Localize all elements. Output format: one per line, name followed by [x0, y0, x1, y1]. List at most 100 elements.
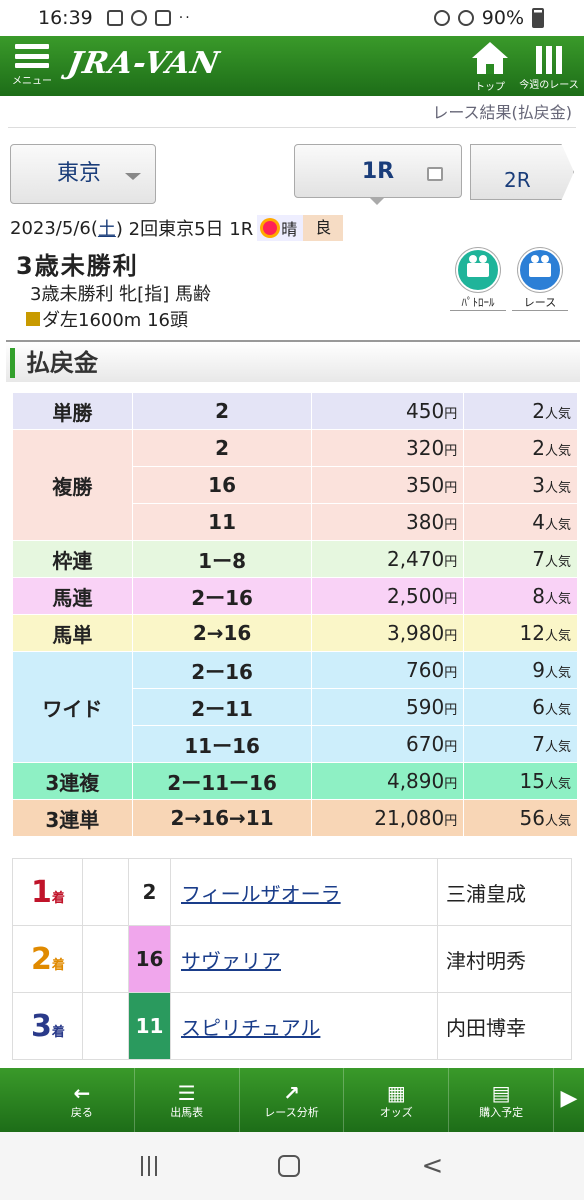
yen-unit: 円 [444, 703, 458, 718]
bottom-nav-label: 購入予定 [479, 1106, 524, 1119]
yen-unit: 円 [444, 518, 458, 533]
scroll-right-arrow-icon[interactable]: ▶ [554, 1068, 584, 1132]
bottom-nav-label: オッズ [379, 1106, 413, 1119]
bottom-nav-spacer [0, 1068, 30, 1132]
popularity: 2人気 [463, 429, 578, 467]
section-title: 払戻金 [6, 340, 580, 382]
amount-value: 350 [406, 473, 445, 497]
race-weekday: 土 [97, 219, 116, 240]
payout-row: 枠連 1ー8 2,470円 7人気 [12, 540, 578, 578]
recent-apps-icon[interactable] [140, 1156, 157, 1176]
bottom-nav-purchase-plan-button[interactable]: ▤ 購入予定 [449, 1068, 554, 1132]
yen-unit: 円 [444, 629, 458, 644]
tab-pointer [369, 197, 385, 205]
combination: 2→16→11 [131, 799, 313, 837]
breadcrumb: レース結果(払戻金) [8, 100, 576, 128]
track-condition: 良 [303, 215, 344, 241]
yen-unit: 円 [444, 555, 458, 570]
popularity: 15人気 [463, 762, 578, 800]
back-nav-icon[interactable]: < [421, 1151, 443, 1181]
popularity-unit: 人気 [544, 777, 571, 792]
popularity: 3人気 [463, 466, 578, 504]
combination: 2 [131, 429, 313, 467]
payout-amount: 2,500円 [311, 577, 465, 615]
popularity-value: 9 [532, 658, 545, 682]
bottom-nav-entries-button[interactable]: ☰ 出馬表 [135, 1068, 240, 1132]
wifi-icon [433, 10, 450, 26]
popularity-unit: 人気 [544, 592, 571, 607]
combination: 2ー11 [131, 688, 313, 726]
race-tab-next[interactable]: 2R [470, 144, 574, 200]
race-video-button[interactable]: レース [512, 248, 568, 311]
bottom-nav-label: レース分析 [264, 1106, 319, 1119]
sun-icon [263, 221, 278, 235]
instagram-notification-icon [154, 10, 171, 26]
popularity-unit: 人気 [544, 666, 571, 681]
hamburger-icon [15, 44, 49, 68]
payout-amount: 320円 [311, 429, 465, 467]
payout-row: 3連複 2ー11ー16 4,890円 15人気 [12, 762, 578, 800]
payout-amount: 380円 [311, 503, 465, 541]
popularity: 7人気 [463, 725, 578, 763]
system-nav-bar: < [0, 1132, 584, 1200]
bottom-toolbar: ← 戻る ☰ 出馬表 ↗ レース分析 ▦ オッズ ▤ 購入予定 ▶ [0, 1068, 584, 1132]
combination: 11ー16 [131, 725, 313, 763]
yen-unit: 円 [444, 592, 458, 607]
popularity-unit: 人気 [544, 629, 571, 644]
frame-cell [82, 925, 129, 993]
combination: 2ー11ー16 [131, 762, 313, 800]
top-button[interactable]: トップ [466, 40, 514, 93]
amount-value: 21,080 [374, 806, 445, 830]
jra-van-logo[interactable]: JRA-VAN [65, 46, 222, 81]
race-info: 2023/5/6(土) 2回東京5日 1R 晴 良 [10, 215, 344, 241]
horse-number: 16 [128, 925, 171, 993]
amount-value: 3,980 [386, 621, 445, 645]
bet-type: 複勝 [12, 429, 133, 541]
more-notifications-icon: ·· [178, 10, 192, 26]
popularity: 4人気 [463, 503, 578, 541]
payout-amount: 450円 [311, 392, 465, 430]
payout-amount: 760円 [311, 651, 465, 689]
race-tab-current[interactable]: 1R [294, 144, 462, 205]
menu-button[interactable]: メニュー [8, 44, 56, 94]
payout-amount: 590円 [311, 688, 465, 726]
purchase-plan-icon: ▤ [491, 1081, 511, 1105]
yen-unit: 円 [444, 666, 458, 681]
combination: 16 [131, 466, 313, 504]
venue-select[interactable]: 東京 [10, 144, 156, 204]
bet-type: 3連単 [12, 799, 133, 837]
bottom-nav-back-button[interactable]: ← 戻る [30, 1068, 135, 1132]
popularity-value: 15 [519, 769, 545, 793]
checkbox-icon [427, 167, 443, 181]
popularity: 2人気 [463, 392, 578, 430]
race-subtitle: 3歳未勝利 牝[指] 馬齢 [30, 284, 211, 305]
this-week-races-button[interactable]: 今週のレース [518, 40, 580, 91]
popularity-unit: 人気 [544, 444, 571, 459]
back-icon: ← [73, 1081, 91, 1105]
bottom-nav-label: 出馬表 [170, 1106, 204, 1119]
combination: 2 [131, 392, 313, 430]
horse-name-link[interactable]: フィールザオーラ [170, 858, 438, 926]
race-analysis-icon: ↗ [283, 1081, 300, 1105]
popularity: 6人気 [463, 688, 578, 726]
horse-name-link[interactable]: サヴァリア [170, 925, 438, 993]
status-time: 16:39 [38, 7, 93, 29]
home-nav-icon[interactable] [278, 1155, 301, 1177]
amount-value: 320 [406, 436, 445, 460]
horse-number: 2 [128, 858, 171, 926]
popularity-value: 6 [532, 695, 545, 719]
race-course: ダ左1600m 16頭 [26, 306, 188, 332]
bottom-nav-race-analysis-button[interactable]: ↗ レース分析 [240, 1068, 345, 1132]
bet-type: 3連複 [12, 762, 133, 800]
horse-name-link[interactable]: スピリチュアル [170, 992, 438, 1060]
patrol-video-button[interactable]: ﾊﾟﾄﾛｰﾙ [450, 248, 506, 311]
place-unit: 着 [51, 957, 65, 973]
yen-unit: 円 [444, 481, 458, 496]
race-name: 3歳未勝利 [16, 252, 139, 280]
results-table: 1着 2 フィールザオーラ 三浦皇成 2着 16 サヴァリア 津村明秀 3着 11 スピリチュアル内… [12, 858, 572, 1060]
race-tab-next-label: 2R [504, 168, 531, 192]
do-not-disturb-icon [457, 10, 474, 26]
payout-row: 3連単 2→16→11 21,080円 56人気 [12, 799, 578, 837]
place-unit: 着 [51, 890, 65, 906]
bottom-nav-odds-button[interactable]: ▦ オッズ [344, 1068, 450, 1132]
